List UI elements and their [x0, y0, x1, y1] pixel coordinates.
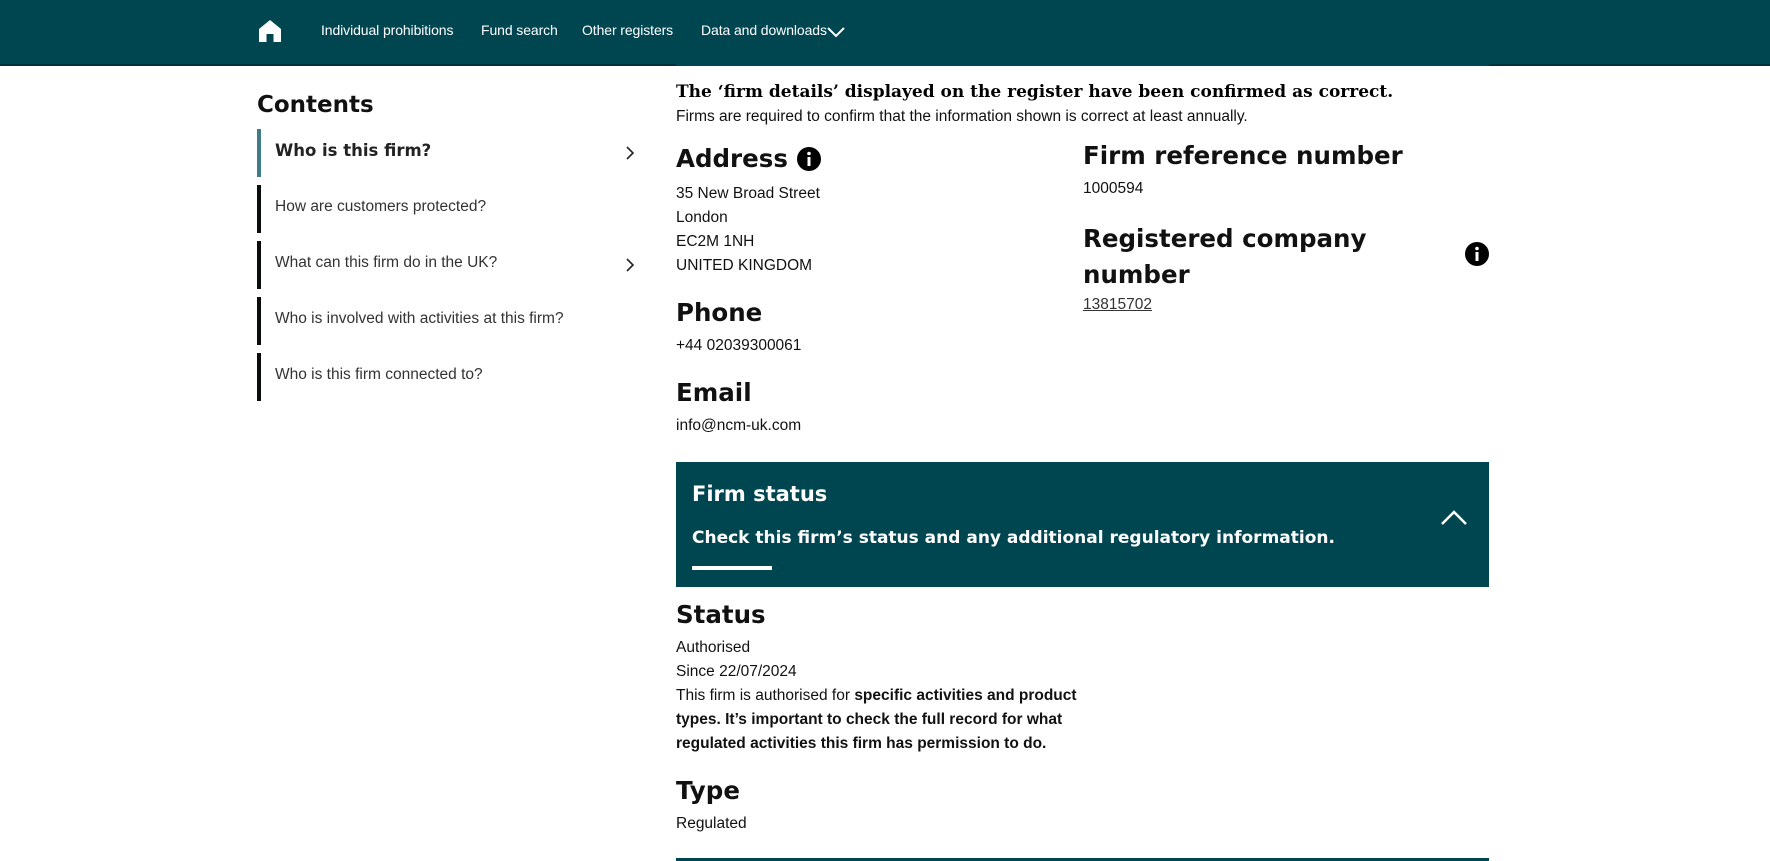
address-line: EC2M 1NH	[676, 233, 755, 250]
info-icon[interactable]	[797, 147, 821, 171]
status-note-bold: regulated activities this firm has permi…	[676, 735, 1047, 752]
type-value: Regulated	[676, 815, 747, 832]
chevron-up-icon[interactable]	[1440, 508, 1468, 526]
company-number-heading-line: number	[1083, 260, 1190, 289]
address-block: 35 New Broad Street London EC2M 1NH UNIT…	[676, 182, 820, 278]
nav-other-registers[interactable]: Other registers	[582, 22, 673, 38]
nav-individual-prohibitions[interactable]: Individual prohibitions	[321, 22, 453, 38]
firm-status-subtitle: Check this firm’s status and any additio…	[692, 528, 1335, 548]
panel-accent-bar	[692, 566, 772, 570]
type-heading: Type	[676, 776, 740, 805]
toc-label: Who is involved with activities at this …	[275, 310, 564, 327]
content-top-rule	[676, 64, 1489, 66]
contents-title: Contents	[257, 92, 374, 118]
email-value: info@ncm-uk.com	[676, 417, 802, 434]
toc-label: What can this firm do in the UK?	[275, 254, 498, 271]
home-icon[interactable]	[257, 18, 283, 44]
toc-label: Who is this firm connected to?	[275, 366, 483, 383]
chevron-right-icon	[626, 258, 635, 272]
address-heading: Address	[676, 144, 788, 173]
toc-who-is-involved[interactable]: Who is involved with activities at this …	[257, 297, 642, 345]
address-line: 35 New Broad Street	[676, 185, 820, 202]
toc-customer-protection[interactable]: How are customers protected?	[257, 185, 642, 233]
toc-label: Who is this firm?	[275, 141, 432, 160]
confirmation-heading: The ‘firm details’ displayed on the regi…	[676, 82, 1394, 102]
status-note-prefix: This firm is authorised for	[676, 687, 855, 704]
status-since: Since 22/07/2024	[676, 663, 797, 680]
frn-value: 1000594	[1083, 180, 1144, 197]
chevron-right-icon	[626, 146, 635, 160]
phone-heading: Phone	[676, 298, 763, 327]
status-note-bold: types. It’s important to check the full …	[676, 711, 1063, 728]
address-line: London	[676, 209, 728, 226]
email-heading: Email	[676, 378, 752, 407]
toc-what-can-firm-do[interactable]: What can this firm do in the UK?	[257, 241, 642, 289]
firm-status-title: Firm status	[692, 482, 828, 506]
nav-data-and-downloads[interactable]: Data and downloads	[701, 22, 827, 38]
toc-who-is-this-firm[interactable]: Who is this firm?	[257, 129, 642, 177]
frn-heading: Firm reference number	[1083, 141, 1403, 170]
status-note-bold: specific activities and product	[854, 687, 1077, 704]
chevron-down-icon[interactable]	[826, 25, 846, 39]
info-icon[interactable]	[1465, 242, 1489, 266]
company-number-value[interactable]: 13815702	[1083, 296, 1152, 313]
confirmation-text: Firms are required to confirm that the i…	[676, 108, 1248, 125]
firm-status-panel[interactable]: Firm status Check this firm’s status and…	[676, 462, 1489, 587]
address-line: UNITED KINGDOM	[676, 257, 813, 274]
phone-value: +44 02039300061	[676, 337, 802, 354]
status-heading: Status	[676, 600, 766, 629]
status-value: Authorised	[676, 639, 751, 656]
toc-label: How are customers protected?	[275, 198, 487, 215]
company-number-heading: Registered company number	[1083, 221, 1366, 293]
company-number-heading-line: Registered company	[1083, 224, 1367, 253]
top-navigation: Individual prohibitions Fund search Othe…	[0, 0, 1770, 66]
nav-fund-search[interactable]: Fund search	[481, 22, 558, 38]
company-number-link[interactable]: 13815702	[1083, 293, 1152, 317]
toc-connections[interactable]: Who is this firm connected to?	[257, 353, 642, 401]
status-note: This firm is authorised for specific act…	[676, 684, 1096, 756]
